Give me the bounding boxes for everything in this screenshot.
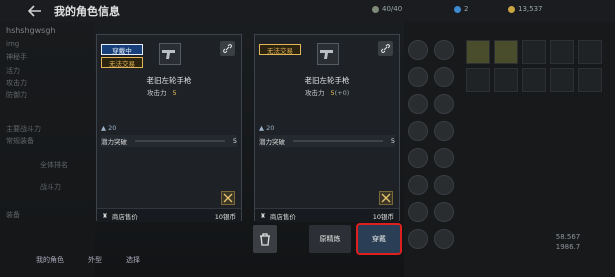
coin-icon [508,5,515,13]
char-line: 装备 [6,211,20,219]
potential-value: 5 [232,137,237,145]
untradable-tag: 无法交易 [101,57,143,68]
potential-label: 潜力突破 [101,138,127,146]
gem-counter: 2 [454,5,468,13]
inventory-cell[interactable] [466,68,490,92]
equip-slot[interactable] [408,175,428,195]
potential-label: 潜力突破 [259,138,285,146]
equip-slot[interactable] [434,202,454,222]
untradable-tag: 无法交易 [259,44,301,55]
stamina-value: 40/40 [382,5,403,13]
equipment-slots-left [408,40,428,249]
char-line: 常规装备 [6,137,34,145]
char-line[interactable]: 全体排名 [40,160,68,170]
inventory-cell[interactable] [578,40,602,64]
power-readout-2: 1986.7 [555,243,581,251]
equip-slot[interactable] [408,148,428,168]
sell-label: 商店售价 [269,212,296,221]
link-icon[interactable] [220,41,235,56]
coin-counter: 13,537 [508,5,543,13]
inventory-cell[interactable] [522,68,546,92]
refine-button[interactable]: 原精炼 [309,225,351,253]
equipment-slots-right [434,40,454,249]
item-level: ▲ 20 [101,124,117,132]
item-name: 老旧左轮手枪 [146,76,192,85]
inventory-cell[interactable] [550,68,574,92]
revolver-icon [159,43,181,65]
equip-slot[interactable] [434,121,454,141]
inventory-cell[interactable] [578,68,602,92]
equip-button[interactable]: 穿戴 [356,223,402,255]
sell-price-row: ♜ 商店售价 10银币 [97,208,241,222]
equip-slot[interactable] [408,202,428,222]
equip-slot[interactable] [434,175,454,195]
link-icon[interactable] [378,41,393,56]
sell-label: 商店售价 [111,212,138,221]
gem-icon [454,5,461,13]
attack-bonus: (+0) [334,89,350,97]
sell-value: 10银币 [214,212,236,221]
coin-value: 13,537 [518,5,543,13]
character-panel: hshshgwsgh img 神秘手 活力 攻击力 防御力 主要战斗力 常规装备… [0,22,95,277]
char-line: 防御力 [6,91,27,99]
potential-value: 5 [390,137,395,145]
money-bag-icon: ♜ [102,211,108,220]
level-value: 20 [266,124,275,132]
char-line: 主要战斗力 [6,125,41,133]
crossed-swords-icon [379,191,393,205]
equip-slot[interactable] [408,94,428,114]
potential-bar [135,140,225,142]
char-line: 神秘手 [6,53,27,61]
stamina-icon [372,5,379,13]
level-value: 20 [108,124,117,132]
attack-label: 攻击力 [147,89,167,97]
potential-bar [293,140,383,142]
char-line: 攻击力 [6,79,27,87]
item-level: ▲ 20 [259,124,275,132]
inventory-grid [466,40,611,92]
character-name: hshshgwsgh [6,26,56,35]
inventory-cell[interactable] [466,40,490,64]
inventory-cell[interactable] [550,40,574,64]
inventory-cell[interactable] [522,40,546,64]
delete-button[interactable] [253,225,277,253]
sell-value: 10银币 [372,212,394,221]
crossed-swords-icon [221,191,235,205]
potential-row: 潜力突破 5 [259,135,395,147]
equip-slot[interactable] [434,94,454,114]
stamina-counter: 40/40 [372,5,402,13]
equip-slot[interactable] [408,229,428,249]
tab-my-character[interactable]: 我的角色 [30,249,70,271]
inventory-cell[interactable] [494,68,518,92]
attack-stat: 攻击力 5 [147,87,177,97]
char-line: 活力 [6,67,20,75]
item-name: 老旧左轮手枪 [304,76,350,85]
equipped-tag: 穿戴中 [101,44,143,55]
equip-slot[interactable] [408,67,428,87]
tab-appearance[interactable]: 外型 [80,249,110,271]
money-bag-icon: ♜ [260,211,266,220]
char-line[interactable]: 战斗力 [40,182,61,192]
gem-value: 2 [464,5,469,13]
char-line: img [6,40,20,48]
tab-select[interactable]: 选择 [118,249,148,271]
revolver-icon [317,43,339,65]
equip-slot[interactable] [434,148,454,168]
back-arrow-icon[interactable] [24,0,46,22]
trash-icon [260,232,270,246]
compare-item-panel: 无法交易 老旧左轮手枪 攻击力 5(+0) ▲ 20 潜力突破 5 ♜ 商店售价 … [254,34,400,222]
attack-stat: 攻击力 5(+0) [305,87,349,97]
attack-value: 5 [172,89,177,97]
equip-slot[interactable] [434,40,454,60]
equipped-item-panel: 穿戴中 无法交易 老旧左轮手枪 攻击力 5 ▲ 20 潜力突破 5 ♜ 商店售价 … [96,34,242,222]
equip-slot[interactable] [408,121,428,141]
inventory-cell[interactable] [494,40,518,64]
page-title: 我的角色信息 [54,5,120,18]
equip-slot[interactable] [408,40,428,60]
potential-row: 潜力突破 5 [101,135,237,147]
attack-label: 攻击力 [305,89,325,97]
sell-price-row: ♜ 商店售价 10银币 [255,208,399,222]
equip-slot[interactable] [434,229,454,249]
equip-slot[interactable] [434,67,454,87]
